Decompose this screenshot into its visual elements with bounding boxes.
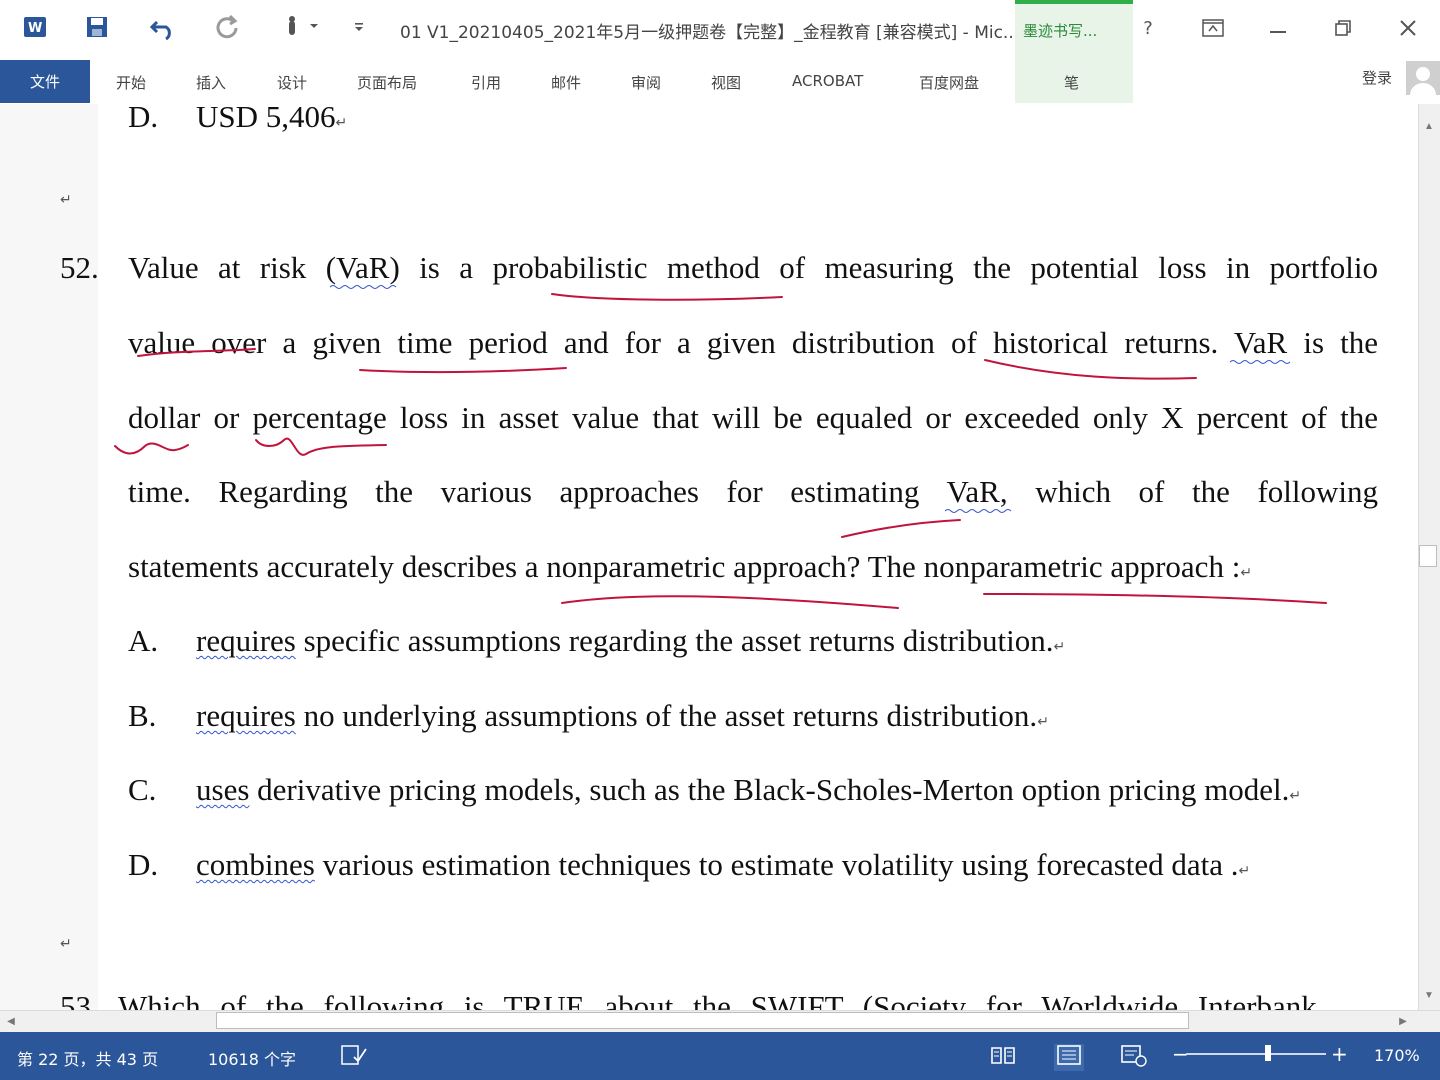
print-layout-icon[interactable] bbox=[1054, 1044, 1084, 1071]
redo-icon[interactable] bbox=[212, 12, 242, 42]
option-d-label: D. bbox=[128, 847, 159, 882]
save-icon[interactable] bbox=[82, 12, 112, 42]
restore-icon[interactable] bbox=[1327, 14, 1359, 42]
paragraph-mark: ↵ bbox=[1053, 640, 1066, 655]
next-question-partial: 53. Which of the following is TRUE about… bbox=[60, 989, 1317, 1010]
option-c-text: uses derivative pricing models, such as … bbox=[196, 772, 1301, 808]
document-canvas[interactable]: D. USD 5,406↵ ↵ 52. Value at risk (VaR) … bbox=[0, 104, 1418, 1010]
option-d-text: combines various estimation techniques t… bbox=[196, 847, 1250, 883]
ink-tools-contextual-tab[interactable]: 墨迹书写... bbox=[1015, 0, 1133, 60]
tab-references[interactable]: 引用 bbox=[471, 72, 501, 93]
horizontal-scroll-thumb[interactable] bbox=[216, 1012, 1189, 1029]
help-button[interactable]: ? bbox=[1132, 14, 1164, 42]
tab-design[interactable]: 设计 bbox=[277, 72, 307, 93]
option-a-rest: specific assumptions regarding the asset… bbox=[295, 623, 1054, 658]
scroll-left-icon[interactable]: ◀ bbox=[3, 1013, 19, 1029]
option-b-rest: no underlying assumptions of the asset r… bbox=[295, 698, 1038, 733]
prev-option-label: D. bbox=[128, 104, 159, 134]
close-icon[interactable] bbox=[1392, 14, 1424, 42]
option-d-rest: various estimation techniques to estimat… bbox=[314, 847, 1239, 882]
svg-text:W: W bbox=[28, 21, 42, 36]
tab-acrobat[interactable]: ACROBAT bbox=[792, 72, 863, 90]
paragraph-mark: ↵ bbox=[1037, 715, 1049, 730]
question-line-1: Value at risk (VaR) is a probabilistic m… bbox=[128, 250, 1378, 285]
scroll-right-icon[interactable]: ▶ bbox=[1395, 1013, 1411, 1029]
window-title: 01 V1_20210405_2021年5月一级押题卷【完整】_金程教育 [兼容… bbox=[400, 23, 1020, 43]
tab-insert[interactable]: 插入 bbox=[196, 72, 226, 93]
zoom-slider-knob[interactable] bbox=[1265, 1045, 1271, 1061]
question-line-4: time. Regarding the various approaches f… bbox=[128, 474, 1378, 509]
left-margin bbox=[0, 104, 98, 1010]
minimize-icon[interactable] bbox=[1262, 14, 1294, 42]
option-b-label: B. bbox=[128, 698, 157, 733]
sign-in-link[interactable]: 登录 bbox=[1362, 67, 1392, 88]
option-b-text: requires no underlying assumptions of th… bbox=[196, 698, 1049, 734]
zoom-level[interactable]: 170% bbox=[1374, 1046, 1420, 1065]
paragraph-mark: ↵ bbox=[1289, 789, 1302, 804]
question-number: 52. bbox=[60, 250, 99, 285]
web-layout-icon[interactable] bbox=[1120, 1044, 1148, 1073]
question-line-2: value over a given time period and for a… bbox=[128, 325, 1378, 360]
paragraph-mark: ↵ bbox=[60, 193, 72, 208]
tab-baidu-netdisk[interactable]: 百度网盘 bbox=[919, 72, 979, 93]
read-mode-icon[interactable] bbox=[990, 1044, 1016, 1071]
option-a-first-word: requires bbox=[196, 623, 296, 658]
paragraph-mark: ↵ bbox=[335, 116, 348, 131]
question-line-3: dollar or percentage loss in asset value… bbox=[128, 400, 1378, 435]
option-b-first-word: requires bbox=[196, 698, 296, 733]
paragraph-mark: ↵ bbox=[1240, 566, 1253, 581]
zoom-in-button[interactable]: + bbox=[1331, 1042, 1348, 1066]
option-a-label: A. bbox=[128, 623, 159, 658]
option-c-label: C. bbox=[128, 772, 157, 807]
ribbon-display-options-icon[interactable] bbox=[1197, 14, 1229, 42]
paragraph-mark: ↵ bbox=[1238, 864, 1251, 879]
avatar[interactable] bbox=[1406, 61, 1440, 95]
status-bar: 第 22 页，共 43 页 10618 个字 − + 170% bbox=[0, 1032, 1440, 1080]
scroll-down-icon[interactable]: ▼ bbox=[1421, 987, 1437, 1003]
option-d-first-word: combines bbox=[196, 847, 315, 882]
word-app-icon[interactable]: W bbox=[20, 12, 50, 42]
tab-page-layout[interactable]: 页面布局 bbox=[357, 72, 417, 93]
zoom-slider[interactable] bbox=[1186, 1053, 1326, 1055]
tab-pen[interactable]: 笔 bbox=[1064, 72, 1079, 93]
vertical-scroll-thumb[interactable] bbox=[1419, 545, 1437, 567]
word-count[interactable]: 10618 个字 bbox=[208, 1046, 296, 1070]
tab-view[interactable]: 视图 bbox=[711, 72, 741, 93]
title-bar: W 01 V1_20210405_2021年5月一级押题卷【完整】_金程教育 [… bbox=[0, 0, 1440, 60]
tab-mailings[interactable]: 邮件 bbox=[551, 72, 581, 93]
question-line-5: statements accurately describes a nonpar… bbox=[128, 549, 1241, 584]
tab-file[interactable]: 文件 bbox=[0, 60, 90, 103]
touch-mode-icon[interactable] bbox=[278, 12, 322, 42]
ink-tools-label: 墨迹书写... bbox=[1023, 22, 1098, 40]
tab-review[interactable]: 审阅 bbox=[631, 72, 661, 93]
customize-qat-icon[interactable] bbox=[344, 12, 374, 42]
option-a-text: requires specific assumptions regarding … bbox=[196, 623, 1065, 659]
page-count[interactable]: 第 22 页，共 43 页 bbox=[17, 1046, 158, 1070]
undo-icon[interactable] bbox=[148, 12, 178, 42]
tab-home[interactable]: 开始 bbox=[116, 72, 146, 93]
paragraph-mark: ↵ bbox=[60, 937, 72, 952]
scroll-up-icon[interactable]: ▲ bbox=[1421, 118, 1437, 134]
prev-option-text: USD 5,406 bbox=[196, 104, 336, 134]
option-c-rest: derivative pricing models, such as the B… bbox=[249, 772, 1290, 807]
option-c-first-word: uses bbox=[196, 772, 250, 807]
proofing-icon[interactable] bbox=[340, 1044, 368, 1071]
